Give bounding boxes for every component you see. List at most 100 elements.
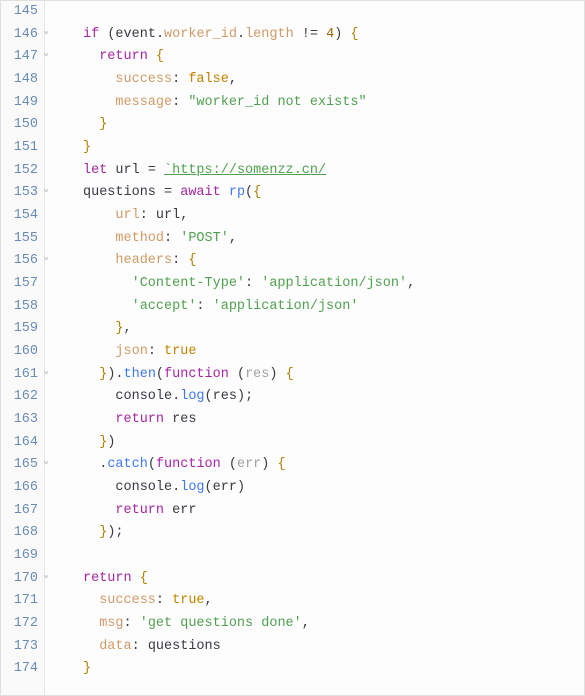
- code-token: ).: [107, 367, 123, 382]
- line-number[interactable]: 152: [1, 160, 38, 183]
- code-token: worker_id: [164, 27, 237, 42]
- line-number[interactable]: 162: [1, 386, 38, 409]
- code-line[interactable]: return res: [83, 409, 584, 432]
- code-line[interactable]: console.log(err): [83, 477, 584, 500]
- code-line[interactable]: return {: [83, 46, 584, 69]
- code-token: (: [245, 185, 253, 200]
- code-token: await: [180, 185, 229, 200]
- line-number[interactable]: 165⌄: [1, 454, 38, 477]
- line-number[interactable]: 145: [1, 1, 38, 24]
- chevron-down-icon[interactable]: ⌄: [44, 253, 49, 262]
- code-token: 'accept': [132, 299, 197, 314]
- code-line[interactable]: [83, 1, 584, 24]
- code-line[interactable]: return {: [83, 568, 584, 591]
- line-number[interactable]: 150: [1, 114, 38, 137]
- code-token: :: [172, 253, 188, 268]
- code-line[interactable]: message: "worker_id not exists": [83, 92, 584, 115]
- chevron-down-icon[interactable]: ⌄: [44, 185, 49, 194]
- code-line[interactable]: }: [83, 137, 584, 160]
- code-line[interactable]: data: questions: [83, 636, 584, 659]
- code-token: [83, 231, 115, 246]
- line-number[interactable]: 170⌄: [1, 568, 38, 591]
- code-line[interactable]: [83, 545, 584, 568]
- chevron-down-icon[interactable]: ⌄: [44, 367, 49, 376]
- code-line[interactable]: }).then(function (res) {: [83, 364, 584, 387]
- line-number[interactable]: 153⌄: [1, 182, 38, 205]
- code-token: =: [140, 163, 164, 178]
- code-token: [83, 480, 115, 495]
- code-token: return: [99, 49, 156, 64]
- line-number[interactable]: 155: [1, 228, 38, 251]
- code-token: err: [172, 503, 196, 518]
- code-line[interactable]: json: true: [83, 341, 584, 364]
- line-number[interactable]: 147⌄: [1, 46, 38, 69]
- line-number[interactable]: 151: [1, 137, 38, 160]
- code-line[interactable]: },: [83, 318, 584, 341]
- code-token: .: [156, 27, 164, 42]
- chevron-down-icon[interactable]: ⌄: [44, 27, 49, 36]
- line-number[interactable]: 146⌄: [1, 24, 38, 47]
- code-line[interactable]: return err: [83, 500, 584, 523]
- code-token: :: [196, 299, 212, 314]
- line-number[interactable]: 158: [1, 296, 38, 319]
- line-number[interactable]: 163: [1, 409, 38, 432]
- code-token: (: [205, 480, 213, 495]
- code-token: :: [164, 231, 180, 246]
- code-line[interactable]: if (event.worker_id.length != 4) {: [83, 24, 584, 47]
- code-line[interactable]: questions = await rp({: [83, 182, 584, 205]
- code-line[interactable]: .catch(function (err) {: [83, 454, 584, 477]
- code-token: `https://somenzz.cn/: [164, 163, 326, 178]
- code-line[interactable]: url: url,: [83, 205, 584, 228]
- code-token: event: [115, 27, 156, 42]
- code-token: ,: [302, 616, 310, 631]
- code-line[interactable]: method: 'POST',: [83, 228, 584, 251]
- code-token: log: [180, 389, 204, 404]
- code-token: return: [83, 571, 140, 586]
- code-line[interactable]: }: [83, 114, 584, 137]
- line-number[interactable]: 171: [1, 590, 38, 613]
- code-line[interactable]: success: false,: [83, 69, 584, 92]
- code-line[interactable]: headers: {: [83, 250, 584, 273]
- chevron-down-icon[interactable]: ⌄: [44, 571, 49, 580]
- line-number[interactable]: 159: [1, 318, 38, 341]
- line-number[interactable]: 167: [1, 500, 38, 523]
- line-number[interactable]: 154: [1, 205, 38, 228]
- code-token: .: [83, 457, 107, 472]
- code-editor-content[interactable]: if (event.worker_id.length != 4) { retur…: [45, 1, 584, 695]
- code-line[interactable]: console.log(res);: [83, 386, 584, 409]
- code-token: url: [115, 163, 139, 178]
- line-number[interactable]: 174: [1, 658, 38, 681]
- code-line[interactable]: msg: 'get questions done',: [83, 613, 584, 636]
- code-line[interactable]: 'Content-Type': 'application/json',: [83, 273, 584, 296]
- line-number[interactable]: 161⌄: [1, 364, 38, 387]
- chevron-down-icon[interactable]: ⌄: [44, 49, 49, 58]
- line-number[interactable]: 166: [1, 477, 38, 500]
- line-number[interactable]: 169: [1, 545, 38, 568]
- code-token: return: [115, 412, 172, 427]
- line-number[interactable]: 172: [1, 613, 38, 636]
- code-line[interactable]: let url = `https://somenzz.cn/: [83, 160, 584, 183]
- code-line[interactable]: });: [83, 522, 584, 545]
- code-token: {: [342, 27, 358, 42]
- code-token: 'application/json': [213, 299, 359, 314]
- code-token: =: [156, 185, 180, 200]
- line-number[interactable]: 173: [1, 636, 38, 659]
- code-line[interactable]: 'accept': 'application/json': [83, 296, 584, 319]
- code-line[interactable]: success: true,: [83, 590, 584, 613]
- line-number[interactable]: 156⌄: [1, 250, 38, 273]
- line-number[interactable]: 160: [1, 341, 38, 364]
- line-number[interactable]: 148: [1, 69, 38, 92]
- line-number[interactable]: 168: [1, 522, 38, 545]
- code-token: [83, 503, 115, 518]
- code-line[interactable]: }: [83, 658, 584, 681]
- code-token: ): [107, 435, 115, 450]
- line-number[interactable]: 157: [1, 273, 38, 296]
- code-line[interactable]: }): [83, 432, 584, 455]
- code-token: console: [115, 389, 172, 404]
- line-number[interactable]: 149: [1, 92, 38, 115]
- chevron-down-icon[interactable]: ⌄: [44, 457, 49, 466]
- code-token: .: [237, 27, 245, 42]
- code-token: {: [156, 49, 164, 64]
- line-number[interactable]: 164: [1, 432, 38, 455]
- code-token: }: [83, 661, 91, 676]
